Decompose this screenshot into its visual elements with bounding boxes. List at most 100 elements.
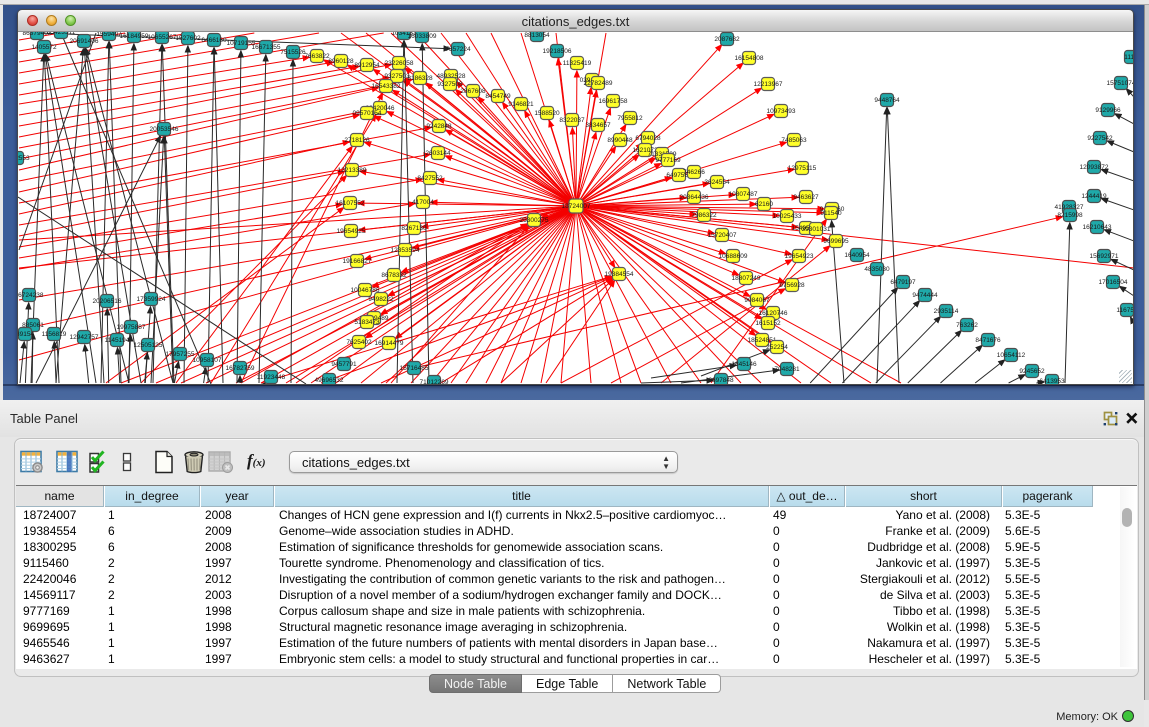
- svg-text:1156819: 1156819: [42, 331, 67, 338]
- svg-text:18807249: 18807249: [732, 275, 761, 282]
- svg-text:16033809: 16033809: [408, 33, 437, 40]
- svg-text:22782489: 22782489: [584, 80, 613, 87]
- svg-text:8471676: 8471676: [975, 337, 1001, 344]
- svg-text:16210643: 16210643: [1083, 224, 1112, 231]
- svg-text:12942757: 12942757: [70, 334, 99, 341]
- svg-text:8990448: 8990448: [607, 137, 633, 144]
- svg-text:9699695: 9699695: [823, 238, 849, 245]
- svg-text:252254: 252254: [766, 344, 788, 351]
- svg-text:6794028: 6794028: [635, 135, 661, 142]
- svg-text:16914479: 16914479: [375, 340, 404, 347]
- svg-text:1244419: 1244419: [1081, 193, 1107, 200]
- svg-text:9756928: 9756928: [779, 282, 805, 289]
- svg-text:16961758: 16961758: [599, 98, 628, 105]
- svg-text:7955812: 7955812: [617, 115, 643, 122]
- svg-text:9146821: 9146821: [508, 101, 534, 108]
- svg-text:7357224: 7357224: [445, 46, 471, 53]
- svg-text:8678332: 8678332: [381, 272, 407, 279]
- svg-text:12213389: 12213389: [338, 167, 367, 174]
- svg-text:6466160: 6466160: [201, 37, 227, 44]
- svg-text:12505135: 12505135: [134, 342, 163, 349]
- svg-text:8454749: 8454749: [485, 93, 511, 100]
- svg-text:9129966: 9129966: [1095, 107, 1121, 114]
- svg-text:39154: 39154: [18, 331, 34, 338]
- svg-text:8813054: 8813054: [524, 32, 550, 39]
- svg-text:2603144: 2603144: [425, 150, 451, 157]
- svg-text:9084067: 9084067: [744, 297, 770, 304]
- svg-text:65423511: 65423511: [47, 32, 76, 36]
- svg-text:9498222: 9498222: [368, 296, 394, 303]
- svg-text:10025433: 10025433: [773, 213, 802, 220]
- svg-text:9474444: 9474444: [912, 292, 938, 299]
- svg-text:16120746: 16120746: [759, 310, 788, 317]
- svg-text:1615152: 1615152: [755, 320, 781, 327]
- svg-text:20691406: 20691406: [70, 38, 99, 45]
- svg-text:6413953: 6413953: [1039, 378, 1065, 384]
- svg-text:10958107: 10958107: [193, 357, 222, 364]
- svg-text:49696532: 49696532: [315, 377, 344, 384]
- svg-text:19218506: 19218506: [543, 48, 572, 55]
- svg-text:16184959: 16184959: [120, 33, 149, 40]
- svg-text:116753: 116753: [1116, 307, 1133, 314]
- svg-text:19654925: 19654925: [337, 228, 366, 235]
- svg-text:12213967: 12213967: [754, 81, 783, 88]
- svg-text:1405572: 1405572: [31, 44, 57, 51]
- svg-text:4835030: 4835030: [864, 266, 890, 273]
- svg-text:7485063: 7485063: [781, 137, 807, 144]
- svg-text:76724238: 76724238: [18, 292, 44, 299]
- svg-text:15692971: 15692971: [1090, 253, 1119, 260]
- svg-text:1559407: 1559407: [96, 32, 122, 38]
- svg-text:8186328: 8186328: [407, 75, 433, 82]
- svg-text:1527602: 1527602: [175, 35, 201, 42]
- svg-text:763262: 763262: [956, 322, 978, 329]
- svg-text:6479197: 6479197: [890, 279, 916, 286]
- svg-text:17957255: 17957255: [166, 351, 195, 358]
- svg-text:1845146: 1845146: [731, 361, 757, 368]
- svg-text:10655267: 10655267: [148, 34, 177, 41]
- svg-text:4752553: 4752553: [18, 155, 30, 162]
- svg-text:9327508: 9327508: [437, 81, 463, 88]
- svg-text:11923448: 11923448: [257, 374, 286, 381]
- svg-text:7625402: 7625402: [346, 339, 372, 346]
- svg-text:20206516: 20206516: [93, 298, 122, 305]
- svg-text:62160: 62160: [755, 201, 773, 208]
- svg-text:746266: 746266: [683, 169, 705, 176]
- svg-text:10688609: 10688609: [719, 253, 748, 260]
- svg-text:3624554: 3624554: [704, 179, 730, 186]
- svg-text:8267130: 8267130: [401, 225, 427, 232]
- svg-text:25300275: 25300275: [520, 217, 549, 224]
- svg-text:6697848: 6697848: [708, 377, 734, 384]
- svg-text:8427552: 8427552: [417, 175, 443, 182]
- svg-text:9777169: 9777169: [655, 157, 681, 164]
- svg-text:10654112: 10654112: [997, 352, 1026, 359]
- svg-text:2087682: 2087682: [714, 36, 740, 43]
- svg-text:16671355: 16671355: [252, 44, 281, 51]
- svg-text:15720407: 15720407: [708, 232, 737, 239]
- svg-text:8912954: 8912954: [354, 62, 380, 69]
- svg-text:2718126: 2718126: [344, 137, 370, 144]
- svg-text:911540: 911540: [820, 210, 842, 217]
- svg-text:16782759: 16782759: [226, 365, 255, 372]
- svg-text:9457791: 9457791: [331, 361, 357, 368]
- svg-text:19654923: 19654923: [785, 253, 814, 260]
- svg-text:9227542: 9227542: [1087, 135, 1113, 142]
- svg-text:1640954: 1640954: [844, 252, 870, 259]
- svg-text:7663822: 7663822: [304, 53, 330, 60]
- svg-text:20053546: 20053546: [150, 126, 179, 133]
- svg-text:16107552: 16107552: [336, 200, 365, 207]
- svg-text:19975887: 19975887: [117, 324, 146, 331]
- svg-text:16154808: 16154808: [735, 55, 764, 62]
- svg-text:11325419: 11325419: [563, 60, 592, 67]
- svg-text:12975115: 12975115: [788, 165, 817, 172]
- svg-text:417004: 417004: [412, 199, 434, 206]
- svg-text:8215998: 8215998: [1057, 212, 1083, 219]
- svg-text:71012269: 71012269: [420, 379, 449, 384]
- svg-text:7048281: 7048281: [774, 366, 800, 373]
- svg-text:1145194: 1145194: [105, 337, 130, 344]
- svg-text:9245652: 9245652: [1019, 368, 1045, 375]
- svg-text:7515526: 7515526: [280, 49, 306, 56]
- svg-text:15751074: 15751074: [1107, 80, 1133, 87]
- svg-text:1588520: 1588520: [534, 110, 560, 117]
- svg-text:2867608: 2867608: [460, 88, 486, 95]
- svg-text:12353594: 12353594: [391, 247, 420, 254]
